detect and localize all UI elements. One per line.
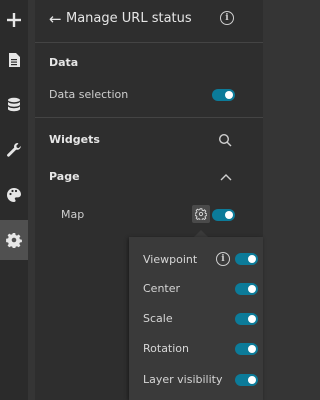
url-params-popover: Viewpoint i Center Scale Rotation Layer …	[129, 237, 263, 400]
layer-visibility-toggle[interactable]	[235, 374, 258, 386]
gear-icon	[195, 208, 207, 220]
scale-toggle[interactable]	[235, 313, 258, 325]
panel-header: ← Manage URL status i	[35, 0, 263, 43]
viewpoint-info-icon[interactable]: i	[216, 252, 230, 266]
gear-rail-button[interactable]	[0, 220, 28, 260]
popover-caret	[194, 230, 208, 237]
database-icon	[8, 97, 20, 112]
section-divider	[35, 117, 263, 118]
viewpoint-toggle[interactable]	[235, 253, 258, 265]
add-rail-button[interactable]	[0, 0, 28, 40]
wrench-icon	[7, 143, 21, 157]
data-selection-label: Data selection	[49, 88, 129, 101]
plus-icon	[7, 13, 21, 27]
search-icon[interactable]	[218, 133, 232, 147]
center-label: Center	[143, 282, 181, 295]
layer-visibility-label: Layer visibility	[143, 373, 223, 386]
widgets-section-title: Widgets	[49, 133, 100, 146]
map-settings-button[interactable]	[192, 205, 210, 223]
page-rail-button[interactable]	[0, 40, 28, 80]
panel-title: Manage URL status	[66, 11, 192, 26]
page-icon	[9, 53, 20, 67]
tool-rail	[0, 0, 28, 400]
rotation-toggle[interactable]	[235, 343, 258, 355]
rotation-label: Rotation	[143, 342, 190, 355]
data-selection-toggle[interactable]	[212, 89, 235, 101]
chevron-up-icon[interactable]	[220, 172, 232, 182]
data-section-title: Data	[49, 56, 79, 69]
viewpoint-label: Viewpoint	[143, 253, 198, 266]
gear-icon	[6, 233, 22, 248]
info-icon[interactable]: i	[220, 11, 234, 25]
map-toggle[interactable]	[212, 209, 235, 221]
data-rail-button[interactable]	[0, 85, 28, 125]
settings-rail-button[interactable]	[0, 130, 28, 170]
palette-icon	[7, 188, 21, 202]
center-toggle[interactable]	[235, 283, 258, 295]
page-section-title: Page	[49, 170, 80, 183]
back-arrow-icon[interactable]: ←	[49, 10, 62, 28]
map-item-label: Map	[61, 208, 85, 221]
theme-rail-button[interactable]	[0, 175, 28, 215]
scale-label: Scale	[143, 312, 173, 325]
